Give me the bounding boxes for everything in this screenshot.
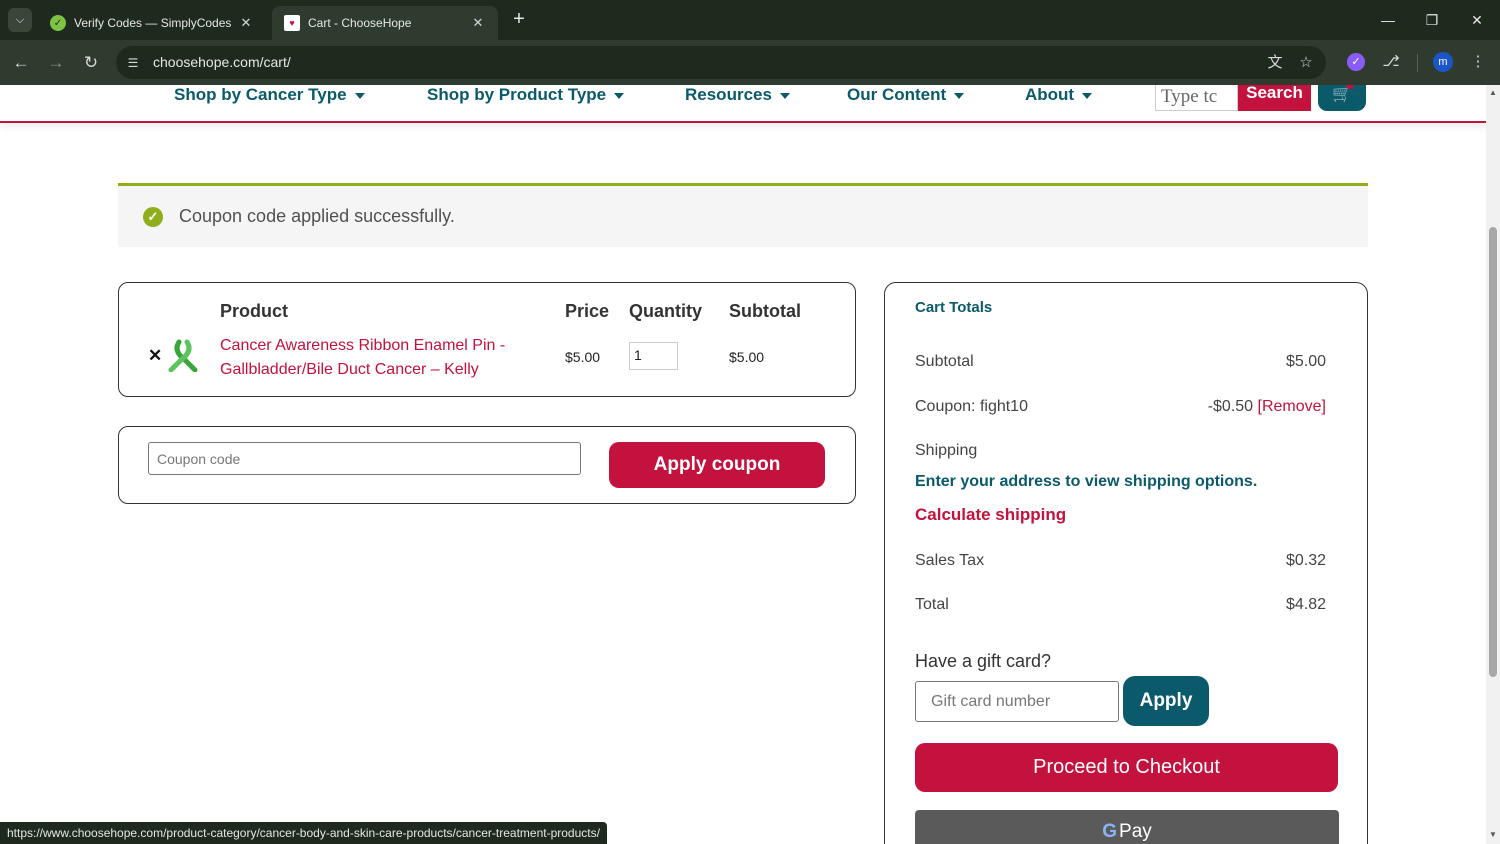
nav-about[interactable]: About bbox=[1025, 85, 1093, 105]
scroll-up-arrow-icon[interactable]: ▲ bbox=[1488, 88, 1498, 98]
coupon-section: Coupon code Apply coupon bbox=[118, 426, 856, 504]
nav-label: Shop by Cancer Type bbox=[174, 85, 347, 104]
gift-card-apply-button[interactable]: Apply bbox=[1123, 676, 1209, 726]
remove-coupon-link[interactable]: [Remove] bbox=[1258, 398, 1326, 415]
close-tab-icon[interactable]: ✕ bbox=[470, 15, 486, 31]
product-name-link[interactable]: Cancer Awareness Ribbon Enamel Pin - Gal… bbox=[220, 334, 520, 382]
cart-button[interactable]: 🛒 bbox=[1318, 85, 1366, 111]
sales-tax-label: Sales Tax bbox=[915, 552, 985, 569]
site-info-icon[interactable]: ☰ bbox=[124, 54, 142, 72]
page-viewport: Shop by Cancer Type Shop by Product Type… bbox=[0, 85, 1486, 844]
caret-down-icon bbox=[354, 92, 365, 99]
cart-totals-panel: Cart Totals Subtotal $5.00 Coupon: fight… bbox=[884, 282, 1368, 844]
coupon-label: Coupon: fight10 bbox=[915, 398, 1028, 415]
browser-tab-bar: ⌵ ✓ Verify Codes — SimplyCodes ✕ ♥ Cart … bbox=[0, 0, 1500, 40]
product-subtotal: $5.00 bbox=[729, 349, 765, 365]
gift-card-title: Have a gift card? bbox=[915, 651, 1052, 671]
scrollbar-thumb[interactable] bbox=[1489, 227, 1497, 677]
coupon-discount: -$0.50 [Remove] bbox=[1208, 398, 1326, 416]
quantity-input[interactable]: 1 bbox=[629, 342, 678, 370]
subtotal-label: Subtotal bbox=[915, 353, 974, 370]
google-pay-button[interactable]: G Pay bbox=[915, 810, 1339, 844]
extensions-puzzle-icon[interactable]: ⎇ bbox=[1380, 51, 1402, 73]
site-navigation: Shop by Cancer Type Shop by Product Type… bbox=[0, 85, 1486, 123]
notice-message: Coupon code applied successfully. bbox=[179, 206, 455, 226]
nav-our-content[interactable]: Our Content bbox=[847, 85, 965, 105]
cart-totals-title: Cart Totals bbox=[915, 299, 993, 316]
link-status-bar: https://www.choosehope.com/product-categ… bbox=[0, 822, 607, 844]
address-bar: ← → ↻ ☰ choosehope.com/cart/ 文 ☆ ✓ ⎇ m ⋮ bbox=[0, 40, 1500, 85]
ribbon-pin-thumbnail[interactable] bbox=[165, 338, 201, 372]
proceed-to-checkout-button[interactable]: Proceed to Checkout bbox=[915, 743, 1338, 792]
tab-simplycodes[interactable]: ✓ Verify Codes — SimplyCodes ✕ bbox=[38, 6, 266, 40]
shipping-label: Shipping bbox=[915, 442, 978, 459]
browser-menu-icon[interactable]: ⋮ bbox=[1467, 51, 1489, 73]
caret-down-icon bbox=[779, 92, 790, 99]
tab-title: Cart - ChooseHope bbox=[308, 16, 412, 30]
reload-icon[interactable]: ↻ bbox=[78, 50, 104, 76]
close-tab-icon[interactable]: ✕ bbox=[238, 15, 254, 31]
scroll-down-arrow-icon[interactable]: ▼ bbox=[1488, 830, 1498, 840]
nav-resources[interactable]: Resources bbox=[685, 85, 790, 105]
nav-label: Shop by Product Type bbox=[427, 85, 607, 104]
gift-card-input[interactable]: Gift card number bbox=[915, 681, 1119, 722]
subtotal-value: $5.00 bbox=[1285, 353, 1326, 370]
forward-arrow-icon[interactable]: → bbox=[43, 50, 69, 76]
extension-icon[interactable]: ✓ bbox=[1347, 53, 1365, 71]
restore-window-icon[interactable]: ❐ bbox=[1420, 8, 1444, 32]
coupon-code-input[interactable]: Coupon code bbox=[148, 442, 581, 475]
apply-coupon-button[interactable]: Apply coupon bbox=[609, 442, 825, 488]
toolbar-divider bbox=[1417, 54, 1418, 72]
caret-down-icon bbox=[954, 92, 965, 99]
url-text: choosehope.com/cart/ bbox=[153, 54, 291, 70]
google-g-icon: G bbox=[1102, 821, 1118, 842]
column-header-product: Product bbox=[220, 301, 289, 321]
sales-tax-value: $0.32 bbox=[1285, 552, 1326, 569]
minimize-window-icon[interactable]: — bbox=[1376, 8, 1400, 32]
back-arrow-icon[interactable]: ← bbox=[8, 50, 34, 76]
nav-shop-by-product-type[interactable]: Shop by Product Type bbox=[427, 85, 625, 105]
translate-icon[interactable]: 文 bbox=[1264, 52, 1286, 74]
tab-title: Verify Codes — SimplyCodes bbox=[74, 16, 232, 30]
nav-label: Resources bbox=[685, 85, 772, 104]
omnibox[interactable]: ☰ choosehope.com/cart/ 文 ☆ bbox=[116, 46, 1326, 79]
column-header-price: Price bbox=[565, 301, 610, 321]
nav-label: About bbox=[1025, 85, 1075, 104]
calculate-shipping-link[interactable]: Calculate shipping bbox=[915, 505, 1066, 525]
choosehope-favicon-icon: ♥ bbox=[284, 15, 300, 31]
tab-search-button[interactable]: ⌵ bbox=[8, 8, 32, 32]
site-search-button[interactable]: Search bbox=[1238, 85, 1311, 111]
caret-down-icon bbox=[1082, 92, 1093, 99]
coupon-discount-value: -$0.50 bbox=[1207, 398, 1254, 415]
profile-avatar[interactable]: m bbox=[1433, 52, 1453, 72]
cart-table: Product Price Quantity Subtotal ✕ Cancer… bbox=[118, 282, 856, 397]
total-value: $4.82 bbox=[1285, 596, 1326, 613]
page-scrollbar[interactable]: ▲ ▼ bbox=[1486, 85, 1500, 844]
coupon-success-notice: ✓ Coupon code applied successfully. bbox=[118, 183, 1368, 247]
nav-label: Our Content bbox=[847, 85, 947, 104]
new-tab-button[interactable]: + bbox=[508, 8, 530, 30]
nav-shop-by-cancer-type[interactable]: Shop by Cancer Type bbox=[174, 85, 365, 105]
total-label: Total bbox=[915, 596, 949, 613]
site-search-input[interactable]: Type tc bbox=[1155, 85, 1238, 111]
check-circle-icon: ✓ bbox=[143, 207, 163, 227]
simplycodes-favicon-icon: ✓ bbox=[50, 15, 66, 31]
bookmark-star-icon[interactable]: ☆ bbox=[1295, 52, 1317, 74]
gpay-label: Pay bbox=[1119, 821, 1152, 842]
caret-down-icon bbox=[614, 92, 625, 99]
column-header-quantity: Quantity bbox=[629, 301, 703, 321]
cart-count-badge bbox=[1346, 85, 1354, 89]
remove-item-icon[interactable]: ✕ bbox=[148, 346, 162, 366]
tab-choosehope-cart[interactable]: ♥ Cart - ChooseHope ✕ bbox=[272, 6, 498, 40]
column-header-subtotal: Subtotal bbox=[729, 301, 801, 321]
close-window-icon[interactable]: ✕ bbox=[1465, 8, 1489, 32]
product-price: $5.00 bbox=[565, 349, 601, 365]
shipping-message: Enter your address to view shipping opti… bbox=[915, 473, 1258, 490]
